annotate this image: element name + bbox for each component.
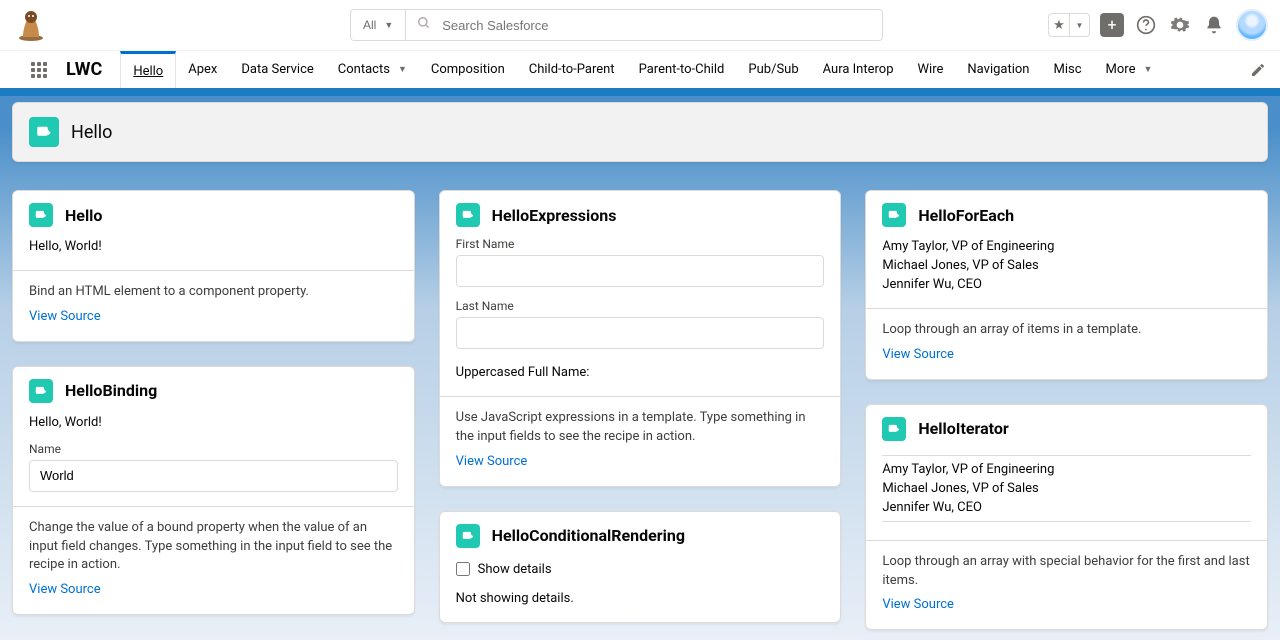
chevron-down-icon: ▼ (1143, 64, 1152, 75)
component-icon (456, 203, 480, 227)
card-title: HelloExpressions (492, 206, 617, 225)
org-logo[interactable] (12, 6, 50, 44)
tab-label: Aura Interop (823, 62, 894, 77)
global-header: All ▼ ★ ▼ + (0, 0, 1280, 50)
tab-label: Pub/Sub (748, 62, 798, 77)
favorites-button[interactable]: ★ ▼ (1048, 13, 1090, 37)
user-avatar[interactable] (1236, 9, 1268, 41)
first-name-input[interactable] (456, 255, 825, 287)
help-icon[interactable] (1134, 13, 1158, 37)
tab-child-to-parent[interactable]: Child-to-Parent (517, 51, 627, 88)
tab-label: Contacts (338, 62, 390, 77)
chevron-down-icon: ▼ (1069, 14, 1089, 36)
card-hello: Hello Hello, World! Bind an HTML element… (12, 190, 415, 342)
first-name-label: First Name (456, 237, 825, 251)
app-name: LWC (56, 51, 120, 88)
name-input[interactable] (29, 460, 398, 492)
component-icon (882, 203, 906, 227)
view-source-link[interactable]: View Source (29, 581, 101, 600)
global-add-button[interactable]: + (1100, 13, 1124, 37)
tab-more[interactable]: More ▼ (1094, 51, 1165, 88)
hello-output: Hello, World! (29, 239, 398, 254)
card-helloiterator: HelloIterator Amy Taylor, VP of Engineer… (865, 404, 1268, 631)
tab-misc[interactable]: Misc (1041, 51, 1093, 88)
card-title: Hello (65, 206, 102, 225)
search-scope-button[interactable]: All ▼ (350, 9, 405, 41)
search-icon (417, 16, 431, 34)
card-title: HelloForEach (918, 206, 1014, 225)
tab-label: Hello (133, 64, 163, 79)
card-title: HelloIterator (918, 419, 1008, 438)
global-search: All ▼ (350, 9, 883, 41)
card-helloforeach: HelloForEach Amy Taylor, VP of Engineeri… (865, 190, 1268, 380)
card-title: HelloBinding (65, 381, 157, 400)
tab-data-service[interactable]: Data Service (229, 51, 325, 88)
star-icon: ★ (1049, 14, 1069, 36)
tab-label: More (1106, 62, 1136, 77)
card-description: Loop through an array with special behav… (882, 554, 1249, 588)
binding-output: Hello, World! (29, 415, 398, 430)
tab-contacts[interactable]: Contacts ▼ (326, 51, 419, 88)
edit-nav-pencil-icon[interactable] (1250, 51, 1270, 88)
tab-label: Apex (188, 62, 217, 77)
card-hellobinding: HelloBinding Hello, World! Name Change t… (12, 366, 415, 615)
view-source-link[interactable]: View Source (456, 453, 528, 472)
component-icon (29, 117, 59, 147)
card-description: Loop through an array of items in a temp… (882, 322, 1141, 337)
last-name-label: Last Name (456, 299, 825, 313)
view-source-link[interactable]: View Source (29, 308, 101, 327)
last-name-input[interactable] (456, 317, 825, 349)
card-description: Change the value of a bound property whe… (29, 520, 392, 573)
tab-wire[interactable]: Wire (906, 51, 956, 88)
list-item: Jennifer Wu, CEO (882, 498, 1251, 517)
tab-label: Misc (1053, 62, 1081, 77)
tab-label: Child-to-Parent (529, 62, 615, 77)
card-helloconditional: HelloConditionalRendering Show details N… (439, 511, 842, 623)
list-item: Amy Taylor, VP of Engineering (882, 237, 1251, 256)
tab-label: Navigation (967, 62, 1029, 77)
page-title: Hello (71, 122, 112, 143)
notifications-bell-icon[interactable] (1202, 13, 1226, 37)
header-actions: ★ ▼ + (1048, 9, 1268, 41)
view-source-link[interactable]: View Source (882, 346, 954, 365)
list-item: Michael Jones, VP of Sales (882, 256, 1251, 275)
chevron-down-icon: ▼ (384, 20, 393, 30)
list-item: Michael Jones, VP of Sales (882, 479, 1251, 498)
search-input[interactable] (405, 9, 883, 41)
tab-aura-interop[interactable]: Aura Interop (811, 51, 906, 88)
tab-label: Data Service (241, 62, 313, 77)
tab-apex[interactable]: Apex (176, 51, 229, 88)
conditional-status: Not showing details. (456, 591, 825, 606)
search-scope-label: All (363, 18, 376, 32)
tab-label: Parent-to-Child (639, 62, 725, 77)
uppercase-result-label: Uppercased Full Name: (456, 365, 825, 380)
list-item: Amy Taylor, VP of Engineering (882, 460, 1251, 479)
tab-label: Wire (918, 62, 944, 77)
show-details-label: Show details (478, 562, 552, 577)
app-launcher-icon[interactable] (22, 51, 56, 88)
list-item: Jennifer Wu, CEO (882, 275, 1251, 294)
component-icon (29, 203, 53, 227)
card-description: Bind an HTML element to a component prop… (29, 284, 309, 299)
component-icon (29, 379, 53, 403)
page-header: Hello (12, 102, 1268, 162)
name-label: Name (29, 442, 398, 456)
card-helloexpressions: HelloExpressions First Name Last Name Up… (439, 190, 842, 487)
component-icon (456, 524, 480, 548)
component-icon (882, 417, 906, 441)
page-body: Hello Hello Hello, World! Bind an HTML e… (0, 88, 1280, 640)
tab-label: Composition (431, 62, 505, 77)
chevron-down-icon: ▼ (398, 64, 407, 75)
card-description: Use JavaScript expressions in a template… (456, 410, 806, 444)
app-nav-bar: LWC Hello Apex Data Service Contacts ▼ Compos… (0, 50, 1280, 88)
tab-pub-sub[interactable]: Pub/Sub (736, 51, 810, 88)
tab-composition[interactable]: Composition (419, 51, 517, 88)
tab-hello[interactable]: Hello (120, 51, 176, 88)
tab-parent-to-child[interactable]: Parent-to-Child (627, 51, 737, 88)
setup-gear-icon[interactable] (1168, 13, 1192, 37)
show-details-checkbox[interactable] (456, 562, 470, 576)
card-title: HelloConditionalRendering (492, 526, 685, 545)
tab-navigation[interactable]: Navigation (955, 51, 1041, 88)
view-source-link[interactable]: View Source (882, 596, 954, 615)
